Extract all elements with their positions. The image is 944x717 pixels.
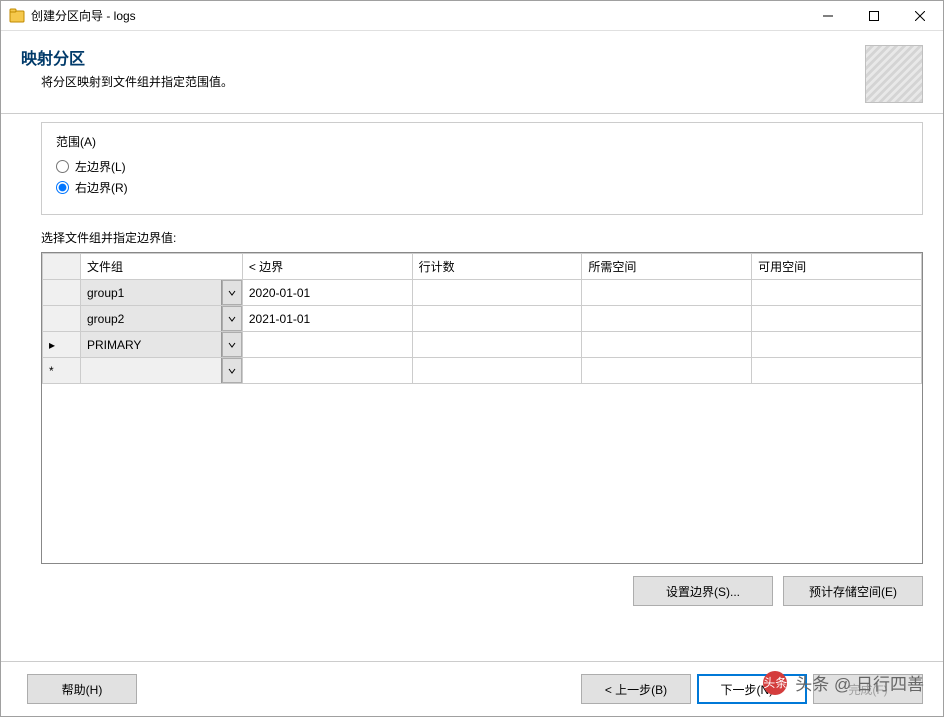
row-marker: ▸ bbox=[43, 332, 81, 358]
col-boundary: < 边界 bbox=[242, 254, 412, 280]
table-row[interactable]: group1 2020-01-01 bbox=[43, 280, 922, 306]
filegroup-cell[interactable] bbox=[80, 358, 242, 384]
maximize-button[interactable] bbox=[851, 1, 897, 31]
minimize-button[interactable] bbox=[805, 1, 851, 31]
window-controls bbox=[805, 1, 943, 31]
window-title: 创建分区向导 - logs bbox=[31, 7, 805, 24]
wizard-window: 创建分区向导 - logs 映射分区 将分区映射到文件组并指定范围值。 范围(A… bbox=[0, 0, 944, 717]
titlebar: 创建分区向导 - logs bbox=[1, 1, 943, 31]
filegroup-grid[interactable]: 文件组 < 边界 行计数 所需空间 可用空间 group12020-01-01g… bbox=[41, 252, 923, 564]
cell-boundary[interactable]: 2021-01-01 bbox=[242, 306, 412, 332]
estimate-storage-button[interactable]: 预计存储空间(E) bbox=[783, 576, 923, 606]
grid-header-row: 文件组 < 边界 行计数 所需空间 可用空间 bbox=[43, 254, 922, 280]
wizard-header: 映射分区 将分区映射到文件组并指定范围值。 bbox=[1, 31, 943, 114]
filegroup-combo[interactable] bbox=[81, 358, 242, 383]
filegroup-cell[interactable]: group1 bbox=[80, 280, 242, 306]
content-area: 范围(A) 左边界(L) 右边界(R) 选择文件组并指定边界值: 文件组 < 边… bbox=[1, 114, 943, 661]
cell-rowcount bbox=[412, 358, 582, 384]
cell-required bbox=[582, 306, 752, 332]
range-legend: 范围(A) bbox=[56, 133, 908, 150]
cell-boundary[interactable]: 2020-01-01 bbox=[242, 280, 412, 306]
table-row[interactable]: * bbox=[43, 358, 922, 384]
wizard-graphic bbox=[865, 45, 923, 103]
left-boundary-input[interactable] bbox=[56, 160, 69, 173]
filegroup-combo[interactable]: group2 bbox=[81, 306, 242, 331]
cell-boundary[interactable] bbox=[242, 332, 412, 358]
row-header-blank bbox=[43, 254, 81, 280]
header-text: 映射分区 将分区映射到文件组并指定范围值。 bbox=[21, 45, 865, 90]
app-icon bbox=[9, 8, 25, 24]
cell-rowcount bbox=[412, 280, 582, 306]
row-marker: * bbox=[43, 358, 81, 384]
cell-required bbox=[582, 280, 752, 306]
chevron-down-icon[interactable] bbox=[222, 306, 242, 331]
right-boundary-radio[interactable]: 右边界(R) bbox=[56, 179, 908, 196]
filegroup-combo[interactable]: PRIMARY bbox=[81, 332, 242, 357]
table-row[interactable]: ▸PRIMARY bbox=[43, 332, 922, 358]
grid-table: 文件组 < 边界 行计数 所需空间 可用空间 group12020-01-01g… bbox=[42, 253, 922, 384]
filegroup-value: PRIMARY bbox=[81, 332, 222, 357]
grid-action-row: 设置边界(S)... 预计存储空间(E) bbox=[41, 576, 923, 606]
filegroup-cell[interactable]: PRIMARY bbox=[80, 332, 242, 358]
watermark-icon: 头条 bbox=[763, 671, 787, 695]
cell-required bbox=[582, 332, 752, 358]
filegroup-value bbox=[81, 358, 222, 383]
filegroup-cell[interactable]: group2 bbox=[80, 306, 242, 332]
help-button[interactable]: 帮助(H) bbox=[27, 674, 137, 704]
left-boundary-label: 左边界(L) bbox=[75, 158, 126, 175]
right-boundary-input[interactable] bbox=[56, 181, 69, 194]
cell-rowcount bbox=[412, 306, 582, 332]
table-row[interactable]: group2 2021-01-01 bbox=[43, 306, 922, 332]
watermark: 头条 头条 @ 日行四善 bbox=[763, 670, 924, 695]
close-button[interactable] bbox=[897, 1, 943, 31]
cell-boundary[interactable] bbox=[242, 358, 412, 384]
page-subtitle: 将分区映射到文件组并指定范围值。 bbox=[41, 73, 865, 90]
col-filegroup: 文件组 bbox=[80, 254, 242, 280]
back-button[interactable]: < 上一步(B) bbox=[581, 674, 691, 704]
row-marker bbox=[43, 280, 81, 306]
cell-available bbox=[752, 332, 922, 358]
filegroup-combo[interactable]: group1 bbox=[81, 280, 242, 305]
col-available-space: 可用空间 bbox=[752, 254, 922, 280]
col-rowcount: 行计数 bbox=[412, 254, 582, 280]
col-required-space: 所需空间 bbox=[582, 254, 752, 280]
cell-rowcount bbox=[412, 332, 582, 358]
filegroup-value: group2 bbox=[81, 306, 222, 331]
watermark-text: 头条 @ 日行四善 bbox=[795, 670, 924, 695]
right-boundary-label: 右边界(R) bbox=[75, 179, 128, 196]
cell-required bbox=[582, 358, 752, 384]
row-marker bbox=[43, 306, 81, 332]
range-fieldset: 范围(A) 左边界(L) 右边界(R) bbox=[41, 122, 923, 215]
chevron-down-icon[interactable] bbox=[222, 332, 242, 357]
chevron-down-icon[interactable] bbox=[222, 358, 242, 383]
cell-available bbox=[752, 280, 922, 306]
chevron-down-icon[interactable] bbox=[222, 280, 242, 305]
filegroup-value: group1 bbox=[81, 280, 222, 305]
cell-available bbox=[752, 306, 922, 332]
set-boundaries-button[interactable]: 设置边界(S)... bbox=[633, 576, 773, 606]
cell-available bbox=[752, 358, 922, 384]
left-boundary-radio[interactable]: 左边界(L) bbox=[56, 158, 908, 175]
page-title: 映射分区 bbox=[21, 45, 865, 69]
grid-label: 选择文件组并指定边界值: bbox=[41, 229, 923, 246]
